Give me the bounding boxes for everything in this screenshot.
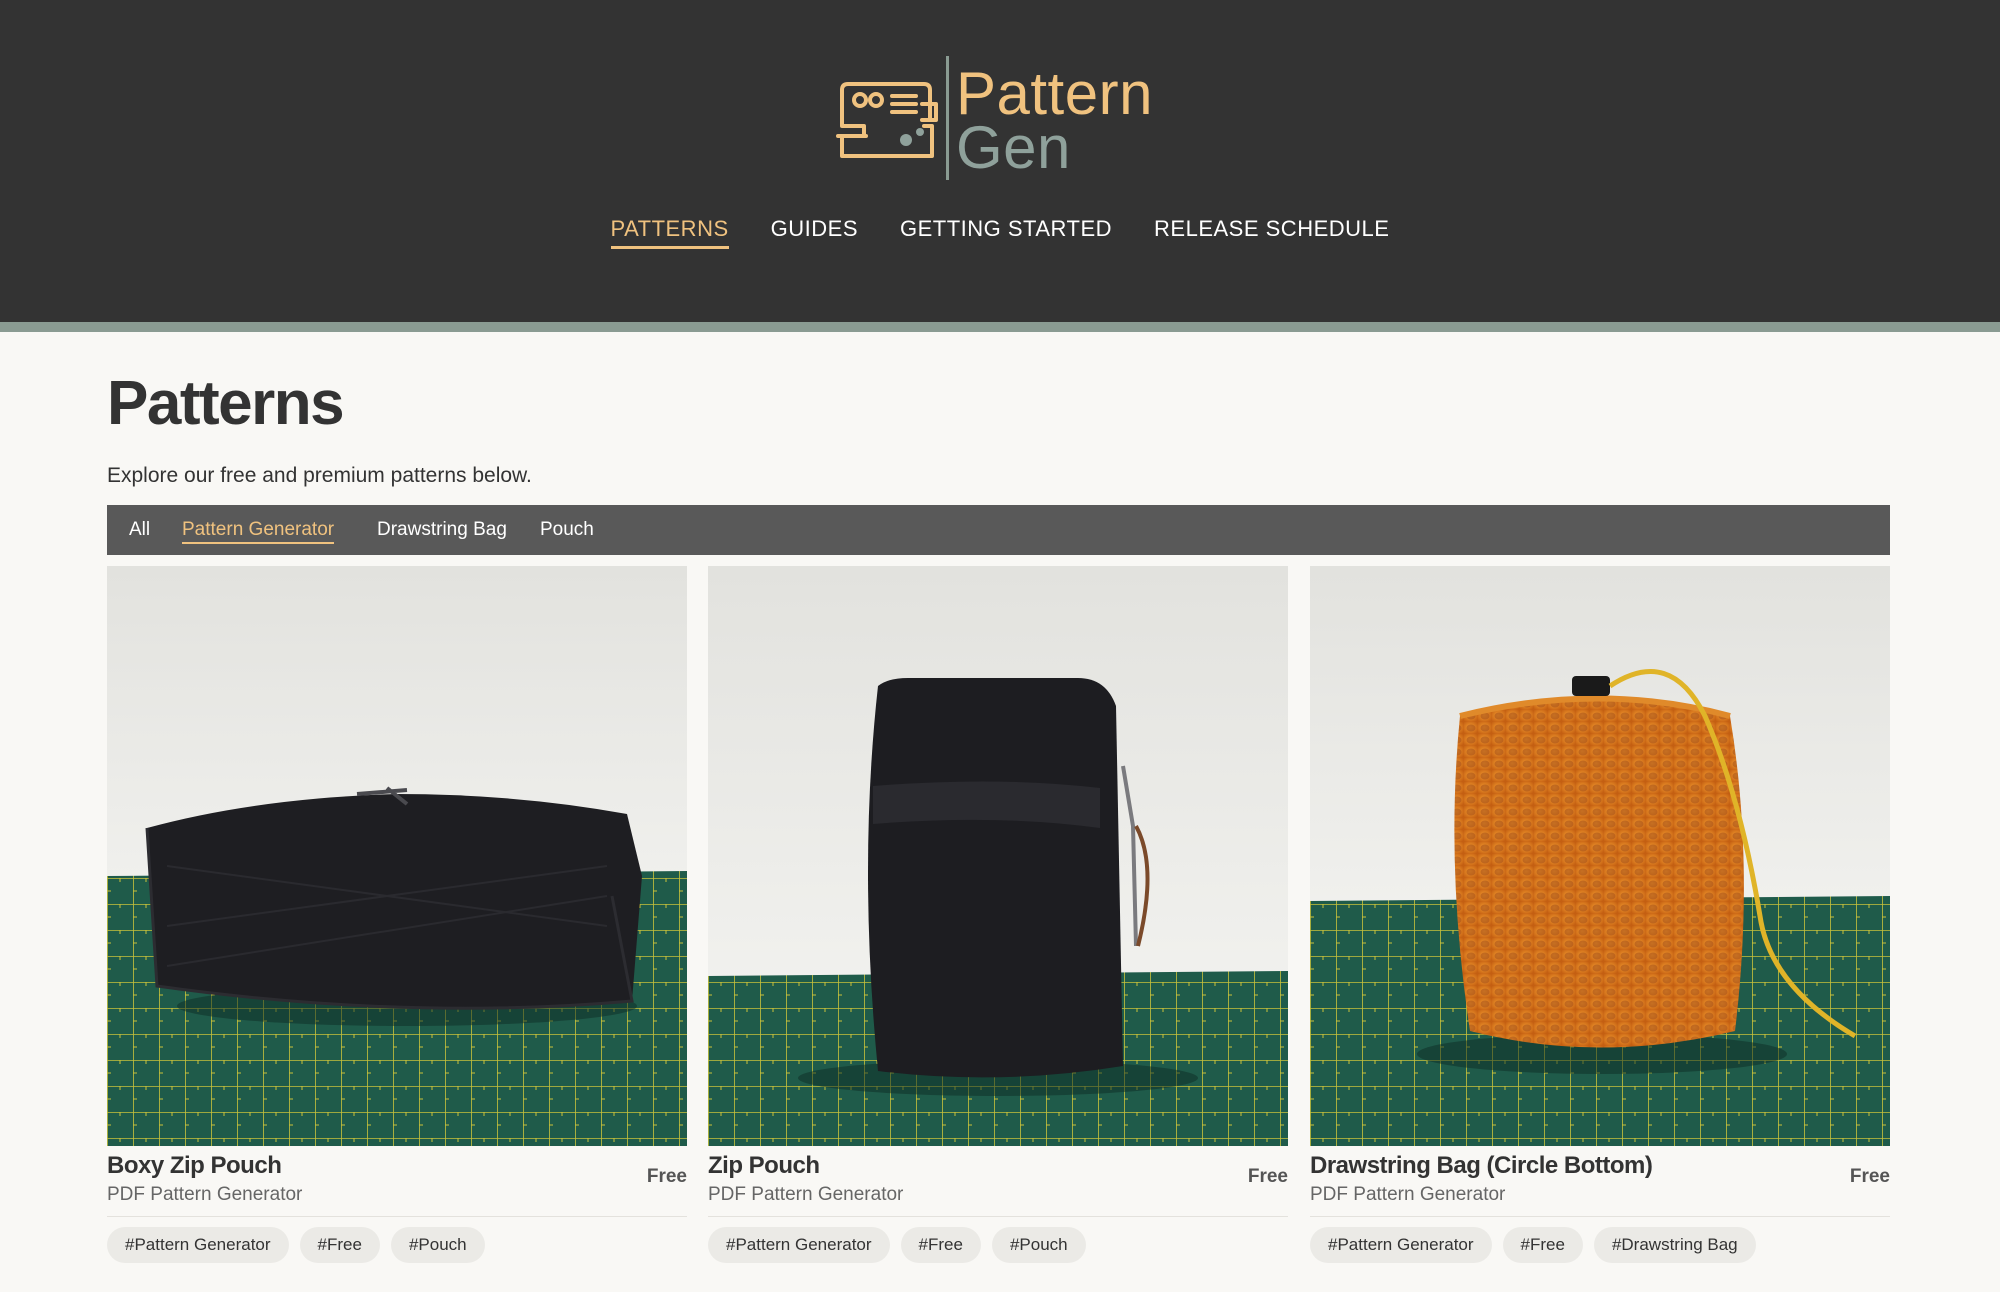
sewing-machine-icon (836, 82, 938, 158)
tag-free[interactable]: #Free (1502, 1227, 1583, 1263)
main-nav: PATTERNS GUIDES GETTING STARTED RELEASE … (0, 216, 2000, 249)
product-title[interactable]: Zip Pouch (708, 1152, 820, 1180)
nav-item-release-schedule[interactable]: RELEASE SCHEDULE (1154, 216, 1389, 246)
tag-drawstring-bag[interactable]: #Drawstring Bag (1593, 1227, 1756, 1263)
tag-pattern-generator[interactable]: #Pattern Generator (1310, 1227, 1492, 1263)
tag-pouch[interactable]: #Pouch (390, 1227, 485, 1263)
logo-word-gen: Gen (956, 114, 1071, 181)
nav-item-getting-started[interactable]: GETTING STARTED (900, 216, 1112, 246)
filter-pouch[interactable]: Pouch (540, 519, 594, 541)
tag-list: #Pattern Generator #Free #Pouch (708, 1227, 1097, 1263)
product-title[interactable]: Boxy Zip Pouch (107, 1152, 282, 1180)
tag-pouch[interactable]: #Pouch (991, 1227, 1086, 1263)
tag-free[interactable]: #Free (299, 1227, 380, 1263)
card-divider (1310, 1216, 1890, 1217)
header-stripe (0, 322, 2000, 332)
product-price: Free (1849, 1166, 1890, 1187)
card-divider (708, 1216, 1288, 1217)
site-logo[interactable]: Pattern Gen (836, 56, 1166, 182)
product-price: Free (1247, 1166, 1288, 1187)
product-card[interactable]: Drawstring Bag (Circle Bottom) Free PDF … (1310, 566, 1890, 1263)
product-subtitle: PDF Pattern Generator (107, 1184, 303, 1205)
nav-item-patterns[interactable]: PATTERNS (610, 216, 729, 249)
page-title: Patterns (107, 369, 345, 438)
site-header: Pattern Gen PATTERNS GUIDES GETTING STAR… (0, 0, 2000, 322)
page-description: Explore our free and premium patterns be… (107, 464, 532, 487)
filter-pattern-generator[interactable]: Pattern Generator (182, 519, 335, 544)
category-filter-bar: All Pattern Generator Drawstring Bag Pou… (107, 505, 1890, 555)
card-divider (107, 1216, 687, 1217)
tag-pattern-generator[interactable]: #Pattern Generator (107, 1227, 289, 1263)
product-subtitle: PDF Pattern Generator (1310, 1184, 1506, 1205)
product-subtitle: PDF Pattern Generator (708, 1184, 904, 1205)
product-card[interactable]: Boxy Zip Pouch Free PDF Pattern Generato… (107, 566, 687, 1263)
tag-pattern-generator[interactable]: #Pattern Generator (708, 1227, 890, 1263)
filter-drawstring-bag[interactable]: Drawstring Bag (377, 519, 507, 541)
product-title[interactable]: Drawstring Bag (Circle Bottom) (1310, 1152, 1653, 1180)
product-card[interactable]: Zip Pouch Free PDF Pattern Generator #Pa… (708, 566, 1288, 1263)
logo-divider (946, 56, 949, 180)
filter-all[interactable]: All (129, 519, 150, 541)
tag-free[interactable]: #Free (900, 1227, 981, 1263)
tag-list: #Pattern Generator #Free #Drawstring Bag (1310, 1227, 1767, 1263)
black-boxy-zip-pouch-photo[interactable] (107, 566, 687, 1146)
black-zip-pouch-photo[interactable] (708, 566, 1288, 1146)
tag-list: #Pattern Generator #Free #Pouch (107, 1227, 496, 1263)
product-price: Free (646, 1166, 687, 1187)
orange-mesh-drawstring-bag-photo[interactable] (1310, 566, 1890, 1146)
nav-item-guides[interactable]: GUIDES (771, 216, 858, 246)
